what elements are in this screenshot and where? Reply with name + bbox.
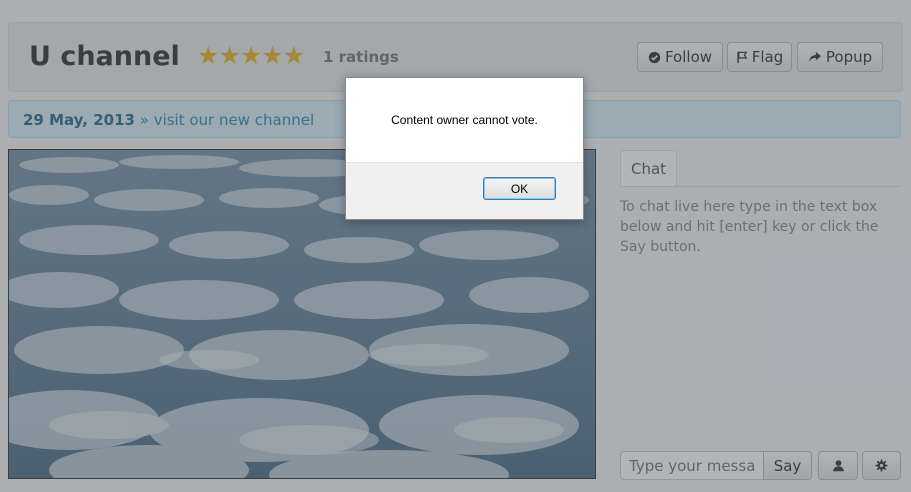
- alert-dialog: Content owner cannot vote. OK: [345, 77, 584, 220]
- modal-overlay: [0, 0, 911, 492]
- alert-message: Content owner cannot vote.: [391, 113, 538, 127]
- alert-footer: OK: [346, 162, 583, 219]
- ok-button[interactable]: OK: [483, 177, 556, 200]
